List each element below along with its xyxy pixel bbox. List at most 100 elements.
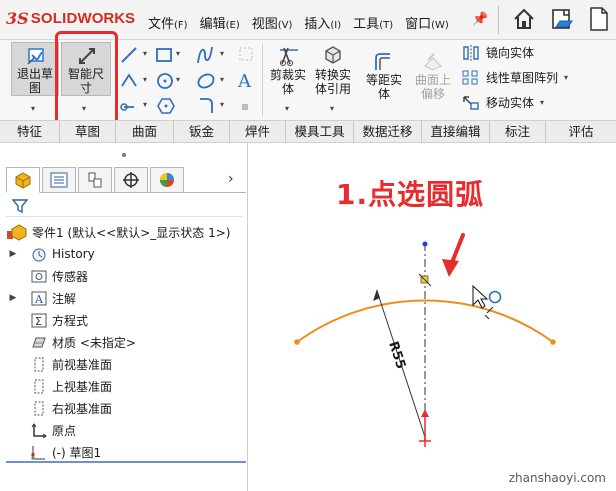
- expand-icon[interactable]: ▶: [6, 249, 20, 259]
- tree-item-sketch1[interactable]: (-) 草图1: [6, 441, 101, 463]
- fillet-tool-icon[interactable]: [197, 96, 215, 116]
- ellipse-dropdown-icon[interactable]: ▾: [220, 75, 224, 84]
- tree-item-sensors[interactable]: 传感器: [6, 265, 88, 287]
- arc-start-point[interactable]: [294, 339, 300, 345]
- toolbar-divider: [498, 6, 499, 34]
- hexagon-tool-icon[interactable]: [157, 97, 175, 115]
- material-icon: [32, 337, 46, 347]
- menu-edit[interactable]: 编辑(E): [200, 13, 240, 32]
- tree-item-equations[interactable]: Σ 方程式: [6, 309, 88, 331]
- trim-icon[interactable]: [278, 46, 300, 66]
- centerline-endpoint[interactable]: [422, 241, 428, 247]
- ellipse-tool-icon[interactable]: [196, 71, 216, 91]
- menu-tools[interactable]: 工具(T): [353, 13, 393, 32]
- arc-end-point[interactable]: [550, 339, 556, 345]
- part-root-item[interactable]: 零件1 (默认<<默认>_显示状态 1>): [6, 223, 230, 241]
- move-entities-button[interactable]: 移动实体 ▾: [462, 94, 544, 111]
- convert-dropdown-icon[interactable]: ▾: [330, 104, 334, 113]
- tab-features[interactable]: 特征: [0, 121, 60, 143]
- line-tool-icon[interactable]: [120, 46, 138, 64]
- radius-arrow-icon: [373, 289, 380, 301]
- chevron-right-icon[interactable]: ›: [228, 171, 234, 187]
- menu-view[interactable]: 视图(V): [252, 13, 293, 32]
- mirror-entities-label: 镜向实体: [486, 46, 535, 60]
- tab-evaluate[interactable]: 评估: [546, 121, 616, 143]
- offset-on-surface-icon: [424, 53, 442, 71]
- tree-item-history[interactable]: ▶ History: [6, 243, 95, 265]
- fillet-dropdown-icon[interactable]: ▾: [220, 100, 224, 109]
- trim-dropdown-icon[interactable]: ▾: [285, 104, 289, 113]
- tree-item-label: 右视基准面: [52, 401, 113, 416]
- history-icon: [32, 248, 46, 261]
- home-icon[interactable]: [512, 7, 536, 31]
- tab-direct-editing[interactable]: 直接编辑: [422, 121, 490, 143]
- expand-icon[interactable]: ▶: [6, 293, 20, 303]
- tab-surfaces[interactable]: 曲面: [116, 121, 174, 143]
- mouse-cursor-icon: [472, 284, 489, 309]
- tab-weldments[interactable]: 焊件: [230, 121, 286, 143]
- slot-tool-icon[interactable]: [120, 98, 138, 116]
- tree-item-right-plane[interactable]: 右视基准面: [6, 397, 112, 419]
- annotation-arrowhead-icon: [442, 259, 459, 277]
- menu-window[interactable]: 窗口(W): [405, 13, 449, 32]
- panel-grip-icon[interactable]: [122, 153, 126, 157]
- spline-dropdown-icon[interactable]: ▾: [220, 49, 224, 58]
- part-root-label: 零件1 (默认<<默认>_显示状态 1>): [32, 225, 231, 240]
- convert-entities-label[interactable]: 转换实体引用: [312, 68, 354, 96]
- convert-entities-icon[interactable]: [322, 45, 344, 65]
- rectangle-tool-icon[interactable]: [155, 47, 173, 63]
- point-tool-icon[interactable]: [238, 100, 252, 114]
- graphics-area[interactable]: R55 1.点选圆弧 zhanshaoyi.com: [249, 143, 616, 491]
- tree-item-origin[interactable]: 原点: [6, 419, 76, 441]
- brand-solid: SOLID: [30, 10, 78, 27]
- circle-dropdown-icon[interactable]: ▾: [176, 75, 180, 84]
- line-dropdown-icon[interactable]: ▾: [143, 49, 147, 58]
- slot-dropdown-icon[interactable]: ▾: [143, 100, 147, 109]
- offset-entities-label[interactable]: 等距实体: [362, 73, 406, 101]
- tree-item-top-plane[interactable]: 上视基准面: [6, 375, 112, 397]
- svg-text:A: A: [34, 293, 44, 306]
- menu-file[interactable]: 文件(F): [148, 13, 188, 32]
- tab-display-manager[interactable]: [150, 167, 184, 193]
- tab-sheet-metal[interactable]: 钣金: [174, 121, 230, 143]
- tree-item-label: History: [52, 247, 95, 261]
- panel-tabs: [6, 167, 246, 193]
- tab-mold-tools[interactable]: 模具工具: [286, 121, 354, 143]
- open-file-icon[interactable]: [550, 7, 574, 31]
- tree-item-front-plane[interactable]: 前视基准面: [6, 353, 112, 375]
- text-tool-icon[interactable]: A: [236, 70, 254, 90]
- linear-pattern-button[interactable]: 线性草图阵列 ▾: [462, 69, 568, 86]
- menu-insert[interactable]: 插入(I): [304, 13, 341, 32]
- move-dropdown-icon[interactable]: ▾: [540, 98, 544, 107]
- tree-item-material[interactable]: 材质 <未指定>: [6, 331, 136, 353]
- tree-item-label: 前视基准面: [52, 357, 113, 372]
- tab-markup[interactable]: 标注: [490, 121, 546, 143]
- new-document-icon[interactable]: [588, 6, 610, 32]
- solidworks-logo: 3S SOLID WORKS: [6, 9, 135, 28]
- tab-configuration-manager[interactable]: [78, 167, 112, 193]
- tree-item-label: 方程式: [52, 313, 89, 328]
- menu-bar: 文件(F) 编辑(E) 视图(V) 插入(I) 工具(T) 窗口(W): [148, 13, 461, 32]
- linear-pattern-dropdown-icon[interactable]: ▾: [564, 73, 568, 82]
- rectangle-dropdown-icon[interactable]: ▾: [176, 49, 180, 58]
- tab-data-migration[interactable]: 数据迁移: [354, 121, 422, 143]
- circle-tool-icon[interactable]: [155, 71, 175, 91]
- tab-dimxpert[interactable]: [114, 167, 148, 193]
- exit-sketch-dropdown-icon[interactable]: ▾: [31, 104, 35, 113]
- pin-icon[interactable]: 📌: [472, 12, 488, 27]
- polygon-dropdown-icon[interactable]: ▾: [143, 75, 147, 84]
- trim-label[interactable]: 剪裁实体: [268, 68, 308, 96]
- offset-entities-icon[interactable]: [372, 52, 394, 72]
- spline-tool-icon[interactable]: [196, 45, 214, 65]
- offset-on-surface-label: 曲面上偏移: [414, 73, 451, 101]
- radius-dimension[interactable]: R55: [385, 340, 408, 371]
- watermark: zhanshaoyi.com: [508, 471, 606, 485]
- tab-property-manager[interactable]: [42, 167, 76, 193]
- tree-item-annotations[interactable]: ▶ A 注解: [6, 287, 76, 309]
- tab-sketch[interactable]: 草图: [60, 121, 116, 143]
- mirror-entities-button[interactable]: 镜向实体: [462, 44, 534, 61]
- polygon-tool-icon[interactable]: [120, 72, 138, 90]
- tab-feature-manager[interactable]: [6, 167, 40, 193]
- filter-icon[interactable]: [12, 198, 28, 214]
- exit-sketch-button[interactable]: 退出草图: [11, 42, 59, 96]
